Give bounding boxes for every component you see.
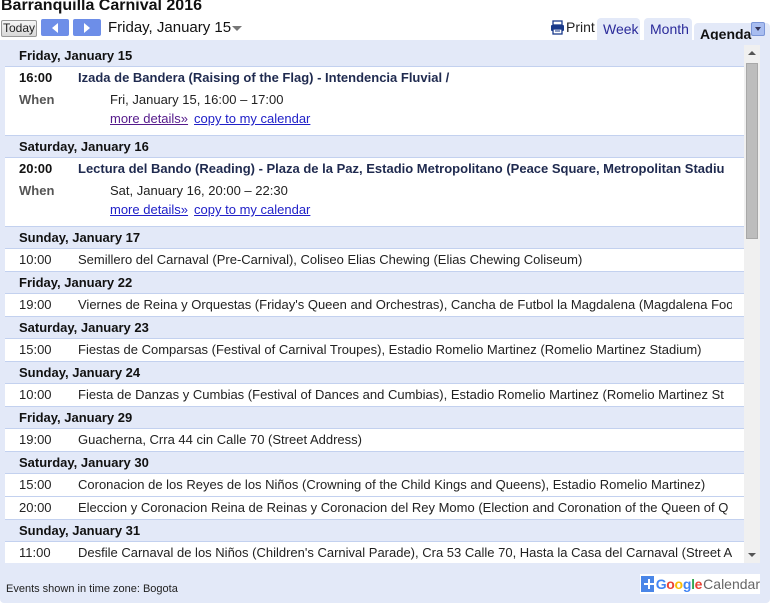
scroll-down-arrow-icon[interactable] (744, 547, 760, 563)
day-header: Saturday, January 16 (5, 136, 744, 158)
event-title[interactable]: Semillero del Carnaval (Pre-Carnival), C… (78, 249, 732, 271)
event-time: 15:00 (19, 477, 52, 492)
event-time: 15:00 (19, 342, 52, 357)
day-header: Friday, January 29 (5, 407, 744, 429)
day-header: Sunday, January 17 (5, 227, 744, 249)
event-title[interactable]: Coronacion de los Reyes de los Niños (Cr… (78, 474, 732, 496)
event-row[interactable]: 20:00 Eleccion y Coronacion Reina de Rein… (5, 497, 744, 519)
agenda-event: 16:00 Izada de Bandera (Raising of the Fl… (5, 67, 744, 136)
event-title[interactable]: Lectura del Bando (Reading) - Plaza de l… (78, 158, 732, 180)
event-time: 10:00 (19, 387, 52, 402)
when-label: When (19, 92, 55, 107)
event-links: more details» copy to my calendar (110, 111, 316, 127)
date-picker-dropdown-icon[interactable] (232, 26, 242, 31)
agenda-event: 19:00 Guacherna, Crra 44 cin Calle 70 (St… (5, 429, 744, 452)
copy-to-calendar-link[interactable]: copy to my calendar (194, 202, 310, 217)
scroll-up-arrow-icon[interactable] (744, 45, 760, 61)
event-time: 20:00 (19, 500, 52, 515)
agenda-list[interactable]: Friday, January 15 16:00 Izada de Bandera … (5, 45, 744, 563)
more-details-link[interactable]: more details» (110, 111, 188, 126)
add-to-google-calendar-button[interactable]: Google Calendar (640, 574, 760, 594)
when-value: Fri, January 15, 16:00 – 17:00 (110, 92, 284, 107)
day-header: Friday, January 22 (5, 272, 744, 294)
printer-icon (551, 19, 564, 35)
tab-month[interactable]: Month (644, 18, 692, 40)
view-options-dropdown-icon[interactable] (751, 22, 765, 36)
today-button[interactable]: Today (1, 20, 37, 37)
event-details: When Sat, January 16, 20:00 – 22:30 more d… (5, 180, 744, 226)
event-row[interactable]: 15:00 Coronacion de los Reyes de los Niño… (5, 474, 744, 496)
event-title[interactable]: Guacherna, Crra 44 cin Calle 70 (Street … (78, 429, 732, 451)
event-row[interactable]: 19:00 Viernes de Reina y Orquestas (Frida… (5, 294, 744, 316)
agenda-event: 20:00 Eleccion y Coronacion Reina de Rein… (5, 497, 744, 520)
scrollbar-thumb[interactable] (746, 63, 758, 239)
tab-week[interactable]: Week (597, 18, 640, 40)
toolbar: Today Friday, January 15 Print Week Mont… (0, 18, 770, 541)
event-links: more details» copy to my calendar (110, 202, 316, 218)
event-row[interactable]: 15:00 Fiestas de Comparsas (Festival of C… (5, 339, 744, 361)
event-row[interactable]: 16:00 Izada de Bandera (Raising of the Fl… (5, 67, 744, 89)
event-row[interactable]: 10:00 Semillero del Carnaval (Pre-Carniva… (5, 249, 744, 271)
day-header: Saturday, January 23 (5, 317, 744, 339)
plus-icon (641, 576, 654, 592)
event-row[interactable]: 10:00 Fiesta de Danzas y Cumbias (Festiva… (5, 384, 744, 406)
event-time: 19:00 (19, 432, 52, 447)
day-header: Sunday, January 24 (5, 362, 744, 384)
event-details: When Fri, January 15, 16:00 – 17:00 more d… (5, 89, 744, 135)
event-title[interactable]: Eleccion y Coronacion Reina de Reinas y … (78, 497, 732, 519)
print-label: Print (566, 19, 595, 35)
print-button[interactable]: Print (550, 19, 595, 35)
day-header: Sunday, January 31 (5, 520, 744, 542)
google-logo-letter: e (694, 576, 703, 592)
more-details-link[interactable]: more details» (110, 202, 188, 217)
event-time: 20:00 (19, 161, 53, 176)
current-date-label[interactable]: Friday, January 15 (108, 19, 231, 36)
event-row[interactable]: 19:00 Guacherna, Crra 44 cin Calle 70 (St… (5, 429, 744, 451)
when-label: When (19, 183, 55, 198)
chevron-left-icon (52, 23, 58, 33)
copy-to-calendar-link[interactable]: copy to my calendar (194, 111, 310, 126)
google-logo-letter: G (655, 576, 667, 592)
calendar-title: Barranquilla Carnival 2016 (1, 0, 202, 14)
agenda-event: 15:00 Fiestas de Comparsas (Festival of C… (5, 339, 744, 362)
agenda-event: 15:00 Coronacion de los Reyes de los Niño… (5, 474, 744, 497)
event-title[interactable]: Fiestas de Comparsas (Festival of Carniv… (78, 339, 732, 361)
next-button[interactable] (73, 19, 101, 36)
agenda-event: 20:00 Lectura del Bando (Reading) - Plaza… (5, 158, 744, 227)
agenda-event: 19:00 Viernes de Reina y Orquestas (Frida… (5, 294, 744, 317)
chevron-right-icon (84, 23, 90, 33)
timezone-note: Events shown in time zone: Bogota (6, 583, 178, 595)
agenda-scrollbar[interactable] (744, 45, 760, 563)
when-value: Sat, January 16, 20:00 – 22:30 (110, 183, 288, 198)
google-logo-letter: o (674, 576, 684, 592)
agenda-event: 11:00 Desfile Carnaval de los Niños (Chil… (5, 542, 744, 563)
previous-button[interactable] (41, 19, 69, 36)
day-header: Saturday, January 30 (5, 452, 744, 474)
event-title[interactable]: Desfile Carnaval de los Niños (Children'… (78, 542, 732, 563)
agenda-panel: Friday, January 15 16:00 Izada de Bandera … (0, 40, 770, 603)
event-time: 19:00 (19, 297, 52, 312)
event-time: 11:00 (19, 545, 51, 560)
event-time: 16:00 (19, 70, 53, 85)
event-row[interactable]: 20:00 Lectura del Bando (Reading) - Plaza… (5, 158, 744, 180)
agenda-event: 10:00 Fiesta de Danzas y Cumbias (Festiva… (5, 384, 744, 407)
agenda-event: 10:00 Semillero del Carnaval (Pre-Carniva… (5, 249, 744, 272)
google-logo: Google (655, 576, 703, 592)
event-title[interactable]: Viernes de Reina y Orquestas (Friday's Q… (78, 294, 732, 316)
day-header: Friday, January 15 (5, 45, 744, 67)
event-title[interactable]: Izada de Bandera (Raising of the Flag) -… (78, 67, 732, 89)
event-time: 10:00 (19, 252, 52, 267)
event-row[interactable]: 11:00 Desfile Carnaval de los Niños (Chil… (5, 542, 744, 563)
event-title[interactable]: Fiesta de Danzas y Cumbias (Festival of … (78, 384, 732, 406)
google-logo-letter: g (682, 576, 692, 592)
calendar-logo-text: Calendar (703, 576, 760, 592)
google-logo-letter: o (666, 576, 675, 592)
